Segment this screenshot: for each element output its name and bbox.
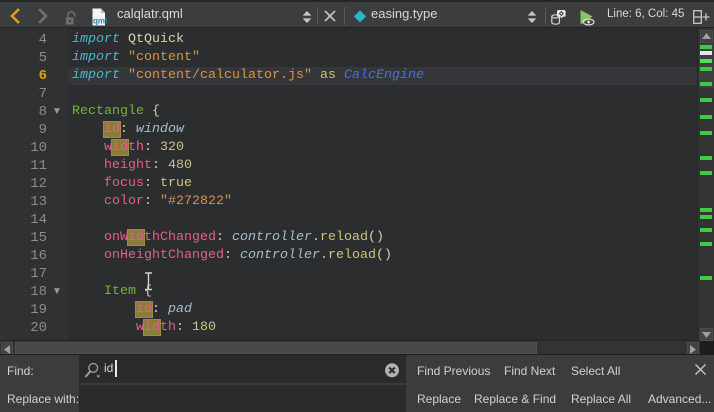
svg-text:qml: qml xyxy=(93,17,107,26)
